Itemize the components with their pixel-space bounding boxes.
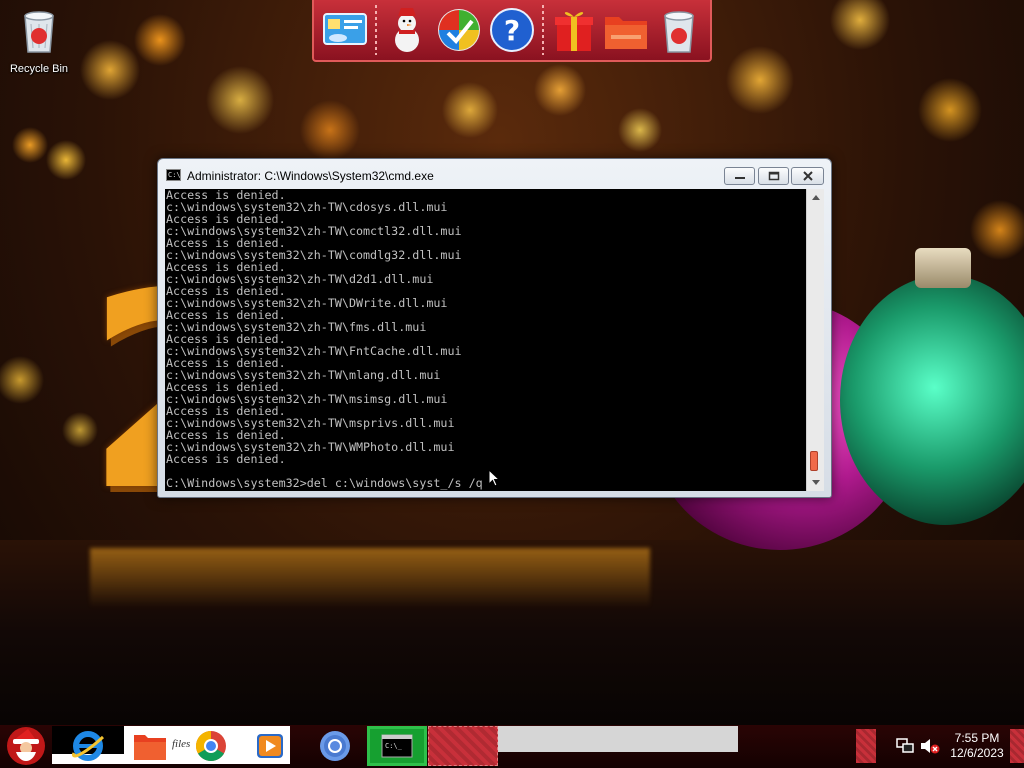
taskbar-media-player[interactable]	[252, 726, 288, 766]
folder-icon	[605, 17, 648, 49]
dock-item-folder[interactable]	[603, 4, 649, 56]
dock-item-windows[interactable]	[436, 4, 482, 56]
window-titlebar[interactable]: C:\ Administrator: C:\Windows\System32\c…	[158, 159, 831, 189]
windows-logo-icon	[438, 9, 481, 51]
tray-network[interactable]	[893, 726, 917, 766]
clock-time: 7:55 PM	[954, 731, 1000, 745]
close-icon	[802, 171, 813, 181]
dock-separator	[541, 5, 544, 55]
svg-text:C:\_: C:\_	[385, 742, 403, 750]
minimize-icon	[734, 177, 745, 179]
recycle-bin-icon	[664, 11, 694, 53]
taskbar-folder[interactable]	[130, 726, 170, 766]
dock-item-control-panel[interactable]	[322, 4, 368, 56]
recycle-bin-icon	[24, 11, 54, 53]
internet-explorer-icon	[71, 731, 105, 761]
chevron-down-icon	[811, 480, 820, 485]
chevron-up-icon	[811, 195, 820, 200]
command-prompt: C:\Windows\system32>	[166, 476, 307, 490]
ornament-cap-graphic	[915, 248, 971, 288]
command-line[interactable]: C:\Windows\system32>del c:\windows\syst_…	[166, 477, 806, 489]
tray-volume[interactable]	[918, 726, 942, 766]
taskbar-command-prompt[interactable]: C:\_	[367, 726, 427, 766]
mouse-pointer-icon	[488, 469, 500, 487]
taskbar-chromium[interactable]	[316, 726, 354, 766]
command-input[interactable]: del c:\windows\syst_/s /q	[307, 476, 483, 490]
media-player-icon	[257, 734, 283, 758]
scrollbar-thumb[interactable]	[810, 451, 818, 471]
dock-item-gift[interactable]	[551, 4, 597, 56]
top-dock: ?	[312, 0, 712, 62]
volume-muted-icon	[921, 739, 940, 754]
snowman-icon	[394, 8, 419, 52]
clock-date: 12/6/2023	[950, 746, 1004, 760]
window-title: Administrator: C:\Windows\System32\cmd.e…	[187, 169, 434, 183]
scroll-up-button[interactable]	[807, 189, 824, 206]
restore-icon	[768, 171, 779, 181]
control-panel-icon	[323, 13, 367, 45]
taskbar-chrome[interactable]	[193, 726, 229, 766]
tray-decoration	[856, 729, 876, 763]
close-button[interactable]	[791, 167, 824, 185]
network-icon	[896, 738, 914, 753]
dock-item-recycle-bin[interactable]	[656, 4, 702, 56]
help-icon: ?	[490, 8, 534, 52]
tray-clock[interactable]: 7:55 PM 12/6/2023	[944, 731, 1010, 761]
start-button[interactable]	[2, 726, 50, 766]
show-desktop-button[interactable]	[1010, 729, 1024, 763]
vertical-scrollbar[interactable]	[806, 189, 824, 491]
desktop-icon-recycle-bin[interactable]: Recycle Bin	[1, 6, 77, 75]
command-prompt-icon: C:\_	[381, 734, 413, 758]
minimize-button[interactable]	[724, 167, 755, 185]
folder-icon	[134, 735, 166, 760]
desktop-icon-label: Recycle Bin	[9, 63, 69, 75]
command-prompt-window[interactable]: C:\ Administrator: C:\Windows\System32\c…	[157, 158, 832, 498]
scroll-down-button[interactable]	[807, 474, 824, 491]
taskbar-button[interactable]	[428, 726, 498, 766]
wallpaper-reflection	[90, 548, 650, 608]
taskbar-internet-explorer[interactable]	[66, 726, 110, 766]
dock-item-snowman[interactable]	[384, 4, 430, 56]
dock-separator	[374, 5, 377, 55]
svg-text:?: ?	[504, 14, 520, 47]
command-prompt-icon[interactable]: C:\	[166, 169, 181, 181]
dock-item-help[interactable]: ?	[489, 4, 535, 56]
taskbar-button[interactable]	[498, 726, 738, 752]
chromium-icon	[320, 731, 350, 761]
console-line: Access is denied.	[166, 452, 286, 466]
taskbar: files C:\_ 7:55 PM 12/6/2023	[0, 725, 1024, 768]
quicklaunch-label: files	[172, 738, 191, 750]
chrome-icon	[195, 731, 226, 762]
maximize-button[interactable]	[758, 167, 789, 185]
console-output[interactable]: Access is denied. c:\windows\system32\zh-…	[165, 189, 806, 491]
gift-icon	[554, 12, 593, 51]
santa-icon	[7, 727, 45, 765]
